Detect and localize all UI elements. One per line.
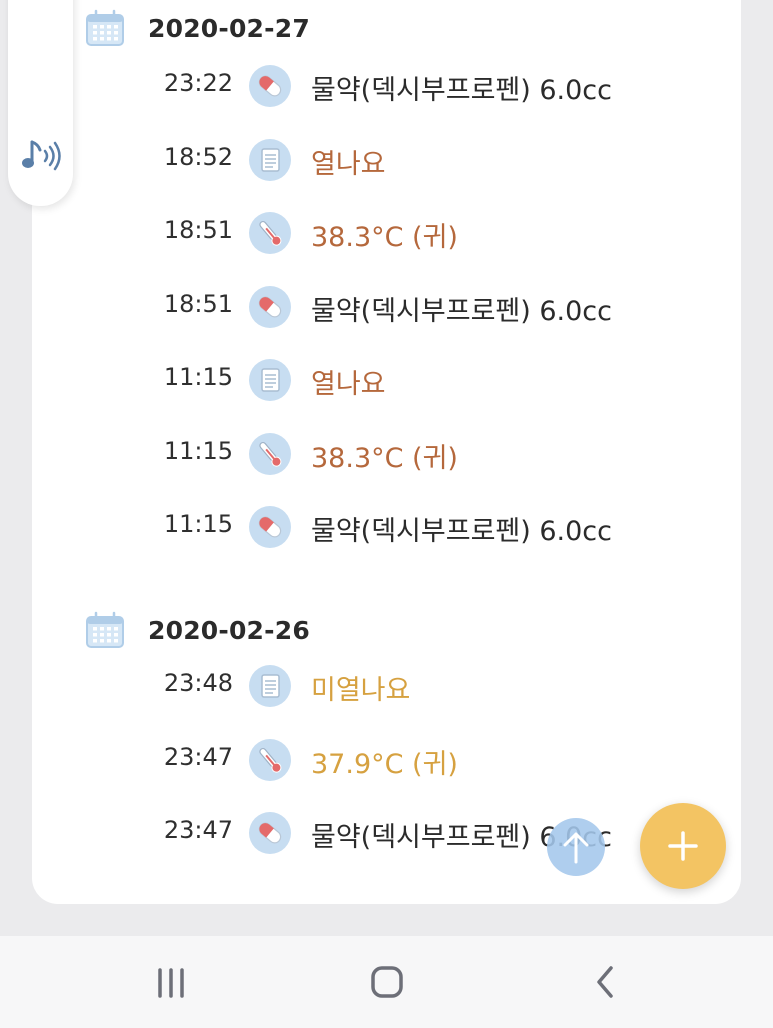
record-label: 37.9°C (귀) — [311, 748, 458, 780]
home-icon — [371, 966, 403, 998]
record-label: 열나요 — [311, 369, 386, 400]
thermometer-icon — [249, 212, 291, 254]
record-time: 23:48 — [163, 669, 233, 697]
arrow-up-icon — [563, 832, 589, 864]
record-row[interactable]: 23:47 37.9°C (귀) — [0, 738, 773, 785]
record-row[interactable]: 18:51 물약(덱시부프로펜) 6.0cc — [0, 285, 773, 332]
thermometer-icon — [249, 738, 291, 781]
add-record-button[interactable] — [640, 803, 726, 889]
date-label: 2020-02-27 — [148, 13, 310, 43]
pill-icon — [249, 812, 291, 854]
record-time: 23:47 — [163, 742, 233, 771]
date-header: 2020-02-26 — [84, 610, 310, 650]
record-label: 물약(덱시부프로펜) 6.0cc — [311, 295, 612, 327]
record-label: 38.3°C (귀) — [311, 222, 458, 253]
date-header: 2020-02-27 — [84, 8, 310, 48]
music-note-sound-icon[interactable] — [20, 138, 64, 174]
plus-icon — [668, 831, 698, 861]
record-row[interactable]: 11:15 38.3°C (귀) — [0, 432, 773, 479]
memo-icon — [249, 359, 291, 401]
record-time: 23:22 — [163, 69, 233, 97]
back-icon — [597, 966, 613, 998]
record-label: 물약(덱시부프로펜) 6.0cc — [311, 516, 612, 547]
recent-apps-icon — [158, 968, 184, 998]
record-row[interactable]: 18:51 38.3°C (귀) — [0, 212, 773, 258]
side-sound-panel[interactable] — [8, 0, 73, 206]
home-button[interactable] — [357, 956, 417, 1008]
pill-icon — [249, 285, 291, 328]
pill-icon — [249, 506, 291, 548]
date-label: 2020-02-26 — [148, 615, 310, 645]
pill-icon — [249, 65, 291, 107]
thermometer-icon — [249, 432, 291, 475]
record-row[interactable]: 23:22 물약(덱시부프로펜) 6.0cc — [0, 65, 773, 111]
scroll-to-top-button[interactable] — [547, 818, 605, 876]
recent-apps-button[interactable] — [141, 956, 201, 1008]
record-label: 열나요 — [311, 148, 386, 180]
record-time: 18:51 — [163, 216, 233, 244]
record-time: 18:52 — [163, 142, 233, 171]
record-row[interactable]: 11:15 물약(덱시부프로펜) 6.0cc — [0, 506, 773, 552]
record-label: 미열나요 — [311, 675, 411, 706]
record-time: 23:47 — [163, 816, 233, 844]
system-navigation-bar — [0, 936, 773, 1028]
record-label: 물약(덱시부프로펜) 6.0cc — [311, 75, 612, 106]
record-row[interactable]: 18:52 열나요 — [0, 138, 773, 185]
back-button[interactable] — [575, 956, 635, 1008]
calendar-icon — [86, 9, 124, 46]
record-time: 11:15 — [163, 363, 233, 391]
record-row[interactable]: 11:15 열나요 — [0, 359, 773, 405]
record-row[interactable]: 23:48 미열나요 — [0, 665, 773, 711]
calendar-icon — [86, 611, 124, 648]
record-label: 38.3°C (귀) — [311, 442, 458, 474]
record-time: 11:15 — [163, 436, 233, 465]
memo-icon — [249, 665, 291, 707]
record-time: 18:51 — [163, 289, 233, 318]
memo-icon — [249, 138, 291, 181]
record-time: 11:15 — [163, 510, 233, 538]
